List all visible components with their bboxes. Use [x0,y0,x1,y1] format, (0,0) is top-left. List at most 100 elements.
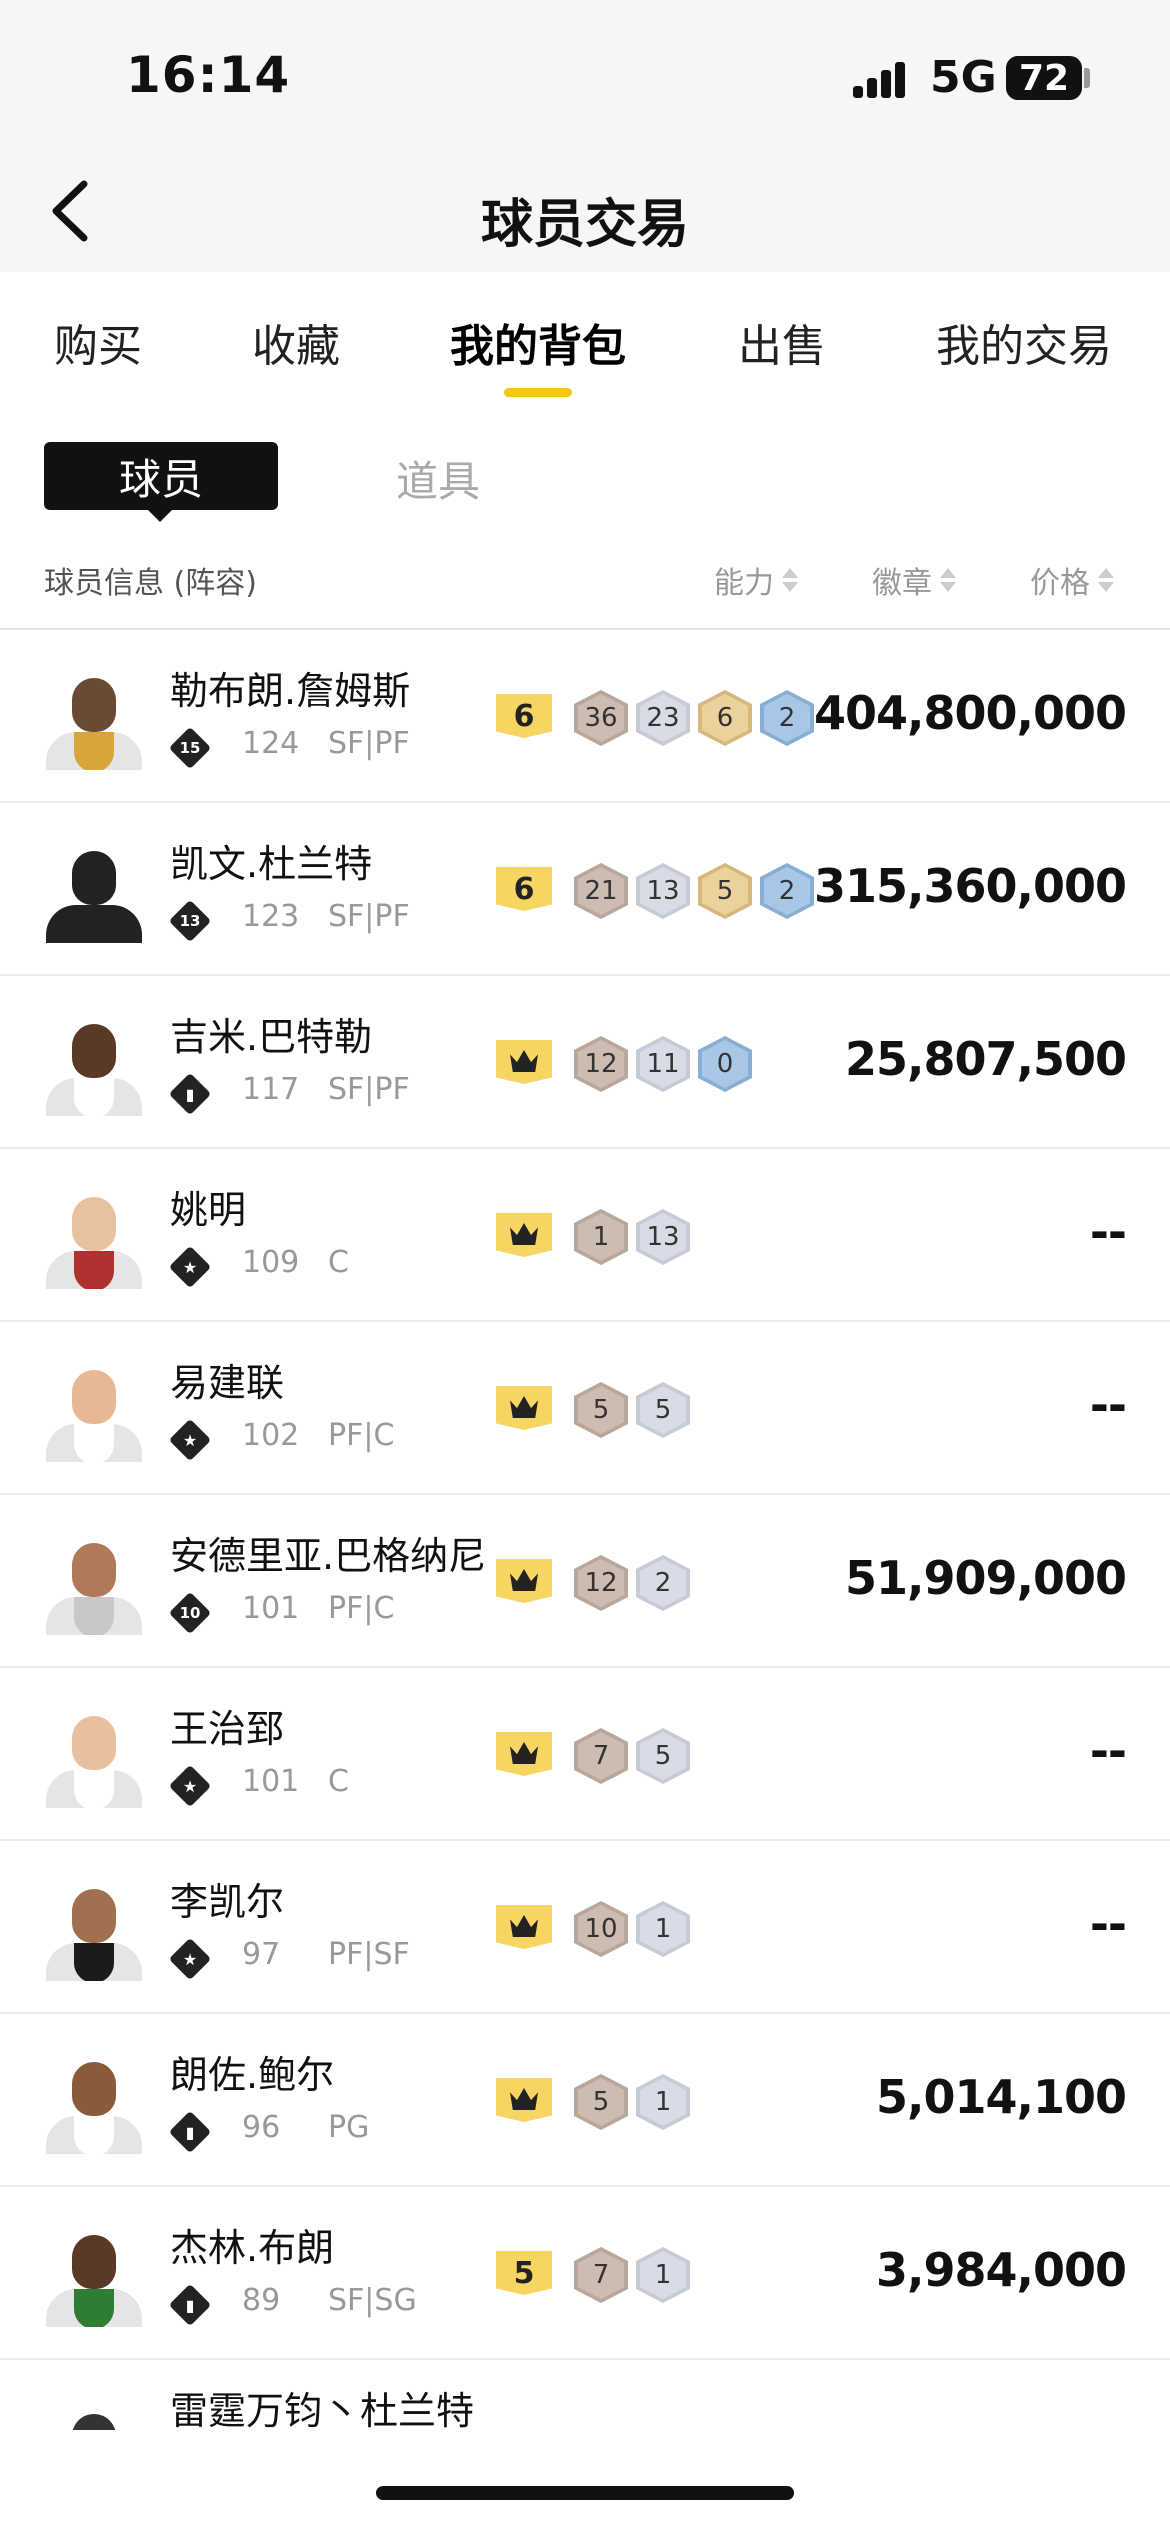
player-row[interactable]: 朗佐.鲍尔 ▮ 96 PG 5 1 5,014,100 [0,2014,1170,2187]
header-player-info: 球员信息 (阵容) [44,566,257,601]
player-avatar [44,1535,144,1635]
player-price: 3,984,000 [876,2243,1127,2297]
badge-count: 5 [578,2078,624,2126]
crown-badge [496,1559,552,1603]
badge-count: 2 [764,694,810,742]
tab-sell[interactable]: 出售 [738,310,826,374]
player-position: PF|C [328,1418,395,1453]
avatar-jersey [74,2116,114,2154]
bronze-badge-icon: 10 [574,1901,628,1957]
bronze-badge-icon: 1 [574,1209,628,1265]
player-rating: 97 [242,1937,281,1972]
crown-badge [496,1040,552,1084]
level-badge: 6 [496,867,552,911]
player-rating: 101 [242,1764,300,1799]
segment-items[interactable]: 道具 [396,448,480,509]
player-rating: 109 [242,1245,300,1280]
player-row[interactable]: 勒布朗.詹姆斯 15 124 SF|PF 6 36 23 6 2 404,800,000 [0,630,1170,803]
gold-badge-icon: 6 [698,690,752,746]
player-rating: 101 [242,1591,300,1626]
rank-badge: ▮ [168,1072,212,1116]
player-row[interactable]: 凯文.杜兰特 13 123 SF|PF 6 21 13 5 2 315,360,000 [0,803,1170,976]
sort-ability[interactable]: 能力 [714,558,800,602]
status-bar: 16:14 5G 72 [0,0,1170,150]
player-position: PG [328,2110,370,2145]
avatar-head [72,1716,116,1770]
crown-badge [496,1732,552,1776]
crown-icon [510,1223,538,1245]
bronze-badge-icon: 5 [574,1382,628,1438]
sort-price[interactable]: 价格 [1030,558,1116,602]
silver-badge-icon: 1 [636,1901,690,1957]
signal-icon: ▮ [185,2295,195,2315]
rank-number: 13 [179,912,201,930]
player-rating: 117 [242,1072,300,1107]
badge-count: 13 [640,1213,686,1261]
avatar-head [72,1197,116,1251]
player-row[interactable]: 姚明 ★ 109 C 1 13 -- [0,1149,1170,1322]
player-list: 勒布朗.詹姆斯 15 124 SF|PF 6 36 23 6 2 404,800,000 凯文.杜兰… [0,630,1170,2430]
battery-cap [1084,68,1090,88]
gold-badge-icon: 5 [698,863,752,919]
segment-pointer [146,508,174,522]
rank-badge: ▮ [168,2283,212,2327]
player-name: 姚明 [170,1188,247,1232]
player-row[interactable]: 安德里亚.巴格纳尼 10 101 PF|C 12 2 51,909,000 [0,1495,1170,1668]
sort-icon [1096,565,1116,595]
sort-badges[interactable]: 徽章 [872,558,958,602]
player-row[interactable]: 吉米.巴特勒 ▮ 117 SF|PF 12 11 0 25,807,500 [0,976,1170,1149]
tab-bar: 购买 收藏 我的背包 出售 我的交易 [0,272,1170,402]
tab-buy[interactable]: 购买 [54,310,142,374]
badge-count: 5 [640,1386,686,1434]
player-avatar [44,1708,144,1808]
home-indicator [376,2486,794,2500]
badge-count: 10 [578,1905,624,1953]
crown-icon [510,1396,538,1418]
player-row[interactable]: 雷霆万钧丶杜兰特 [0,2360,1170,2430]
player-avatar [44,1016,144,1116]
avatar-head [72,1370,116,1424]
avatar-jersey [74,1770,114,1808]
bronze-badge-icon: 36 [574,690,628,746]
tab-my-backpack[interactable]: 我的背包 [450,310,626,374]
blue-badge-icon: 0 [698,1036,752,1092]
header-badges: 徽章 [872,566,932,601]
player-price: -- [1089,1724,1127,1778]
player-name: 王治郅 [170,1707,285,1751]
avatar-jersey [74,1424,114,1462]
silver-badge-icon: 13 [636,1209,690,1265]
rank-number: 10 [179,1604,201,1622]
player-row[interactable]: 易建联 ★ 102 PF|C 5 5 -- [0,1322,1170,1495]
crown-badge [496,1213,552,1257]
player-avatar [44,2054,144,2154]
player-row[interactable]: 杰林.布朗 ▮ 89 SF|SG 5 7 1 3,984,000 [0,2187,1170,2360]
badge-count: 13 [640,867,686,915]
avatar-jersey [74,1597,114,1635]
rank-badge: ★ [168,1245,212,1289]
rank-number: 15 [179,739,201,757]
header-ability: 能力 [714,566,774,601]
player-position: SF|PF [328,726,410,761]
player-row[interactable]: 王治郅 ★ 101 C 7 5 -- [0,1668,1170,1841]
avatar-head [72,2062,116,2116]
bronze-badge-icon: 7 [574,2247,628,2303]
player-rating: 123 [242,899,300,934]
player-rating: 124 [242,726,300,761]
player-price: 315,360,000 [813,859,1127,913]
rank-badge: ★ [168,1937,212,1981]
player-position: PF|SF [328,1937,410,1972]
player-row[interactable]: 李凯尔 ★ 97 PF|SF 10 1 -- [0,1841,1170,2014]
tab-my-trades[interactable]: 我的交易 [936,310,1112,374]
tab-favorites[interactable]: 收藏 [252,310,340,374]
bronze-badge-icon: 12 [574,1555,628,1611]
player-avatar [44,670,144,770]
segment-players[interactable]: 球员 [44,442,278,510]
player-name: 李凯尔 [170,1880,285,1924]
badge-count: 1 [578,1213,624,1261]
badge-count: 1 [640,1905,686,1953]
header-price: 价格 [1030,566,1090,601]
silver-badge-icon: 5 [636,1382,690,1438]
cellular-signal-icon [853,58,913,98]
badge-count: 6 [702,694,748,742]
player-position: C [328,1245,349,1280]
